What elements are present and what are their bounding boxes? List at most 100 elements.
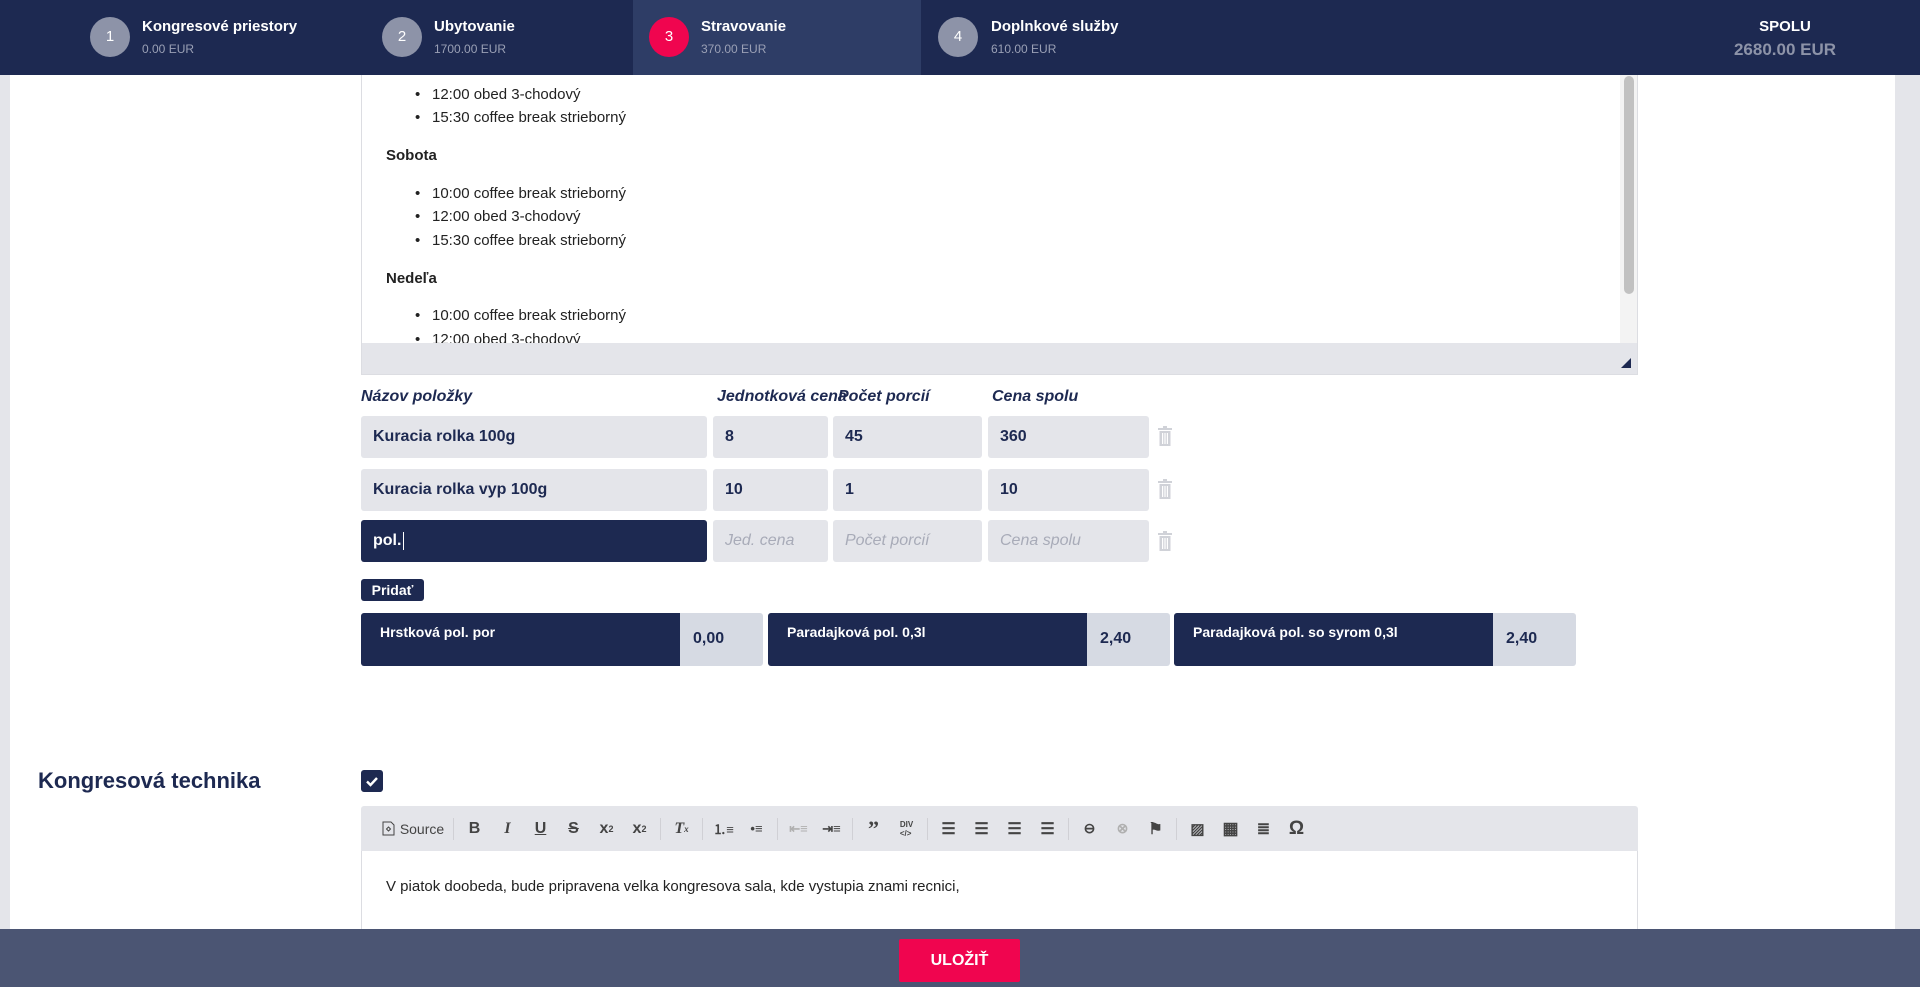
step-number: 3 bbox=[649, 17, 689, 57]
steps-header: 1 Kongresové priestory 0.00 EUR 2 Ubytov… bbox=[0, 0, 1920, 75]
day-heading: Nedeľa bbox=[386, 270, 437, 287]
item-name-input[interactable]: Kuracia rolka 100g bbox=[361, 416, 707, 458]
input-value: pol. bbox=[373, 532, 402, 550]
div-container-icon[interactable]: DIV </> bbox=[890, 814, 923, 844]
suggestion-item[interactable]: Paradajková pol. so syrom 0,3l 2,40 bbox=[1174, 613, 1576, 666]
new-item-name-input[interactable]: pol. bbox=[361, 520, 707, 562]
underline-icon[interactable]: U bbox=[524, 814, 557, 844]
kongresova-technika-checkbox[interactable] bbox=[361, 770, 383, 792]
column-header-unit-price: Jednotková cena bbox=[717, 388, 847, 405]
list-item: 12:00 obed 3-chodový bbox=[415, 208, 581, 225]
trash-icon[interactable] bbox=[1158, 479, 1172, 499]
suggestion-name: Paradajková pol. so syrom 0,3l bbox=[1174, 613, 1493, 666]
suggestion-name: Hrstková pol. por bbox=[361, 613, 680, 666]
suggestion-name: Paradajková pol. 0,3l bbox=[768, 613, 1087, 666]
total-input[interactable]: 10 bbox=[988, 469, 1149, 511]
portions-input[interactable]: 45 bbox=[833, 416, 982, 458]
align-left-icon[interactable]: ☰ bbox=[932, 814, 965, 844]
day-heading: Sobota bbox=[386, 147, 437, 164]
section-title: Kongresová technika bbox=[38, 768, 261, 793]
menu-rich-text-editor[interactable]: 12:00 obed 3-chodový 15:30 coffee break … bbox=[361, 60, 1638, 375]
step-ubytovanie[interactable]: 2 Ubytovanie 1700.00 EUR bbox=[354, 0, 642, 75]
list-item: 15:30 coffee break strieborný bbox=[415, 109, 626, 126]
source-icon bbox=[382, 821, 395, 836]
strikethrough-icon[interactable]: S bbox=[557, 814, 590, 844]
unlink-icon[interactable]: ⊗ bbox=[1106, 814, 1139, 844]
step-number: 1 bbox=[90, 17, 130, 57]
anchor-flag-icon[interactable]: ⚑ bbox=[1139, 814, 1172, 844]
image-icon[interactable]: ▨ bbox=[1181, 814, 1214, 844]
column-header-name: Názov položky bbox=[361, 388, 473, 405]
editor-status-bar bbox=[362, 343, 1637, 374]
list-item: 12:00 obed 3-chodový bbox=[415, 86, 581, 103]
indent-icon[interactable]: ⇥≡ bbox=[815, 814, 848, 844]
checkmark-icon bbox=[366, 777, 378, 787]
trash-icon[interactable] bbox=[1158, 531, 1172, 551]
editor-content[interactable]: 12:00 obed 3-chodový 15:30 coffee break … bbox=[362, 61, 1622, 348]
remove-format-icon[interactable]: Tx bbox=[665, 814, 698, 844]
separator bbox=[453, 817, 454, 840]
scrollbar-thumb[interactable] bbox=[1624, 76, 1634, 294]
horizontal-line-icon[interactable]: ≣ bbox=[1247, 814, 1280, 844]
link-icon[interactable]: ⊖ bbox=[1073, 814, 1106, 844]
separator bbox=[927, 817, 928, 840]
table-icon[interactable]: ▦ bbox=[1214, 814, 1247, 844]
italic-icon[interactable]: I bbox=[491, 814, 524, 844]
resize-handle-icon[interactable] bbox=[1621, 358, 1631, 368]
separator bbox=[1176, 817, 1177, 840]
add-item-button[interactable]: Pridať bbox=[361, 579, 424, 601]
blockquote-icon[interactable]: ” bbox=[857, 814, 890, 844]
new-portions-input[interactable]: Počet porcií bbox=[833, 520, 982, 562]
step-stravovanie[interactable]: 3 Stravovanie 370.00 EUR bbox=[633, 0, 921, 75]
save-button[interactable]: ULOŽIŤ bbox=[899, 939, 1020, 982]
portions-input[interactable]: 1 bbox=[833, 469, 982, 511]
total-value: 2680.00 EUR bbox=[1733, 40, 1837, 59]
total-label: SPOLU bbox=[1759, 18, 1811, 35]
suggestion-item[interactable]: Hrstková pol. por 0,00 bbox=[361, 613, 763, 666]
suggestion-item[interactable]: Paradajková pol. 0,3l 2,40 bbox=[768, 613, 1170, 666]
subscript-icon[interactable]: x2 bbox=[590, 814, 623, 844]
source-label: Source bbox=[399, 820, 445, 837]
new-total-input[interactable]: Cena spolu bbox=[988, 520, 1149, 562]
separator bbox=[1068, 817, 1069, 840]
step-kongresove-priestory[interactable]: 1 Kongresové priestory 0.00 EUR bbox=[62, 0, 350, 75]
numbered-list-icon[interactable]: ⒈≡ bbox=[707, 814, 740, 844]
unit-price-input[interactable]: 10 bbox=[713, 469, 828, 511]
footer-bar: ULOŽIŤ bbox=[0, 929, 1920, 987]
editor-content[interactable]: V piatok doobeda, bude pripravena velka … bbox=[386, 878, 960, 895]
align-center-icon[interactable]: ☰ bbox=[965, 814, 998, 844]
special-character-icon[interactable]: Ω bbox=[1280, 814, 1313, 844]
superscript-icon[interactable]: x2 bbox=[623, 814, 656, 844]
list-item: 10:00 coffee break strieborný bbox=[415, 185, 626, 202]
bulleted-list-icon[interactable]: •≡ bbox=[740, 814, 773, 844]
separator bbox=[702, 817, 703, 840]
total-summary: SPOLU 2680.00 EUR bbox=[1715, 18, 1855, 60]
text-cursor bbox=[403, 532, 405, 550]
editor-toolbar: Source B I U S x2 x2 Tx ⒈≡ •≡ ⇤≡ ⇥≡ ” DI… bbox=[361, 806, 1638, 851]
item-name-input[interactable]: Kuracia rolka vyp 100g bbox=[361, 469, 707, 511]
step-title: Stravovanie bbox=[701, 18, 787, 35]
column-header-portions: Počet porcií bbox=[838, 388, 930, 405]
separator bbox=[852, 817, 853, 840]
source-button[interactable]: Source bbox=[377, 814, 449, 844]
separator bbox=[660, 817, 661, 840]
step-amount: 610.00 EUR bbox=[991, 42, 1057, 56]
justify-icon[interactable]: ☰ bbox=[1031, 814, 1064, 844]
trash-icon[interactable] bbox=[1158, 426, 1172, 446]
editor-scrollbar[interactable] bbox=[1620, 61, 1637, 345]
unit-price-input[interactable]: 8 bbox=[713, 416, 828, 458]
step-number: 2 bbox=[382, 17, 422, 57]
outdent-icon[interactable]: ⇤≡ bbox=[782, 814, 815, 844]
page-scrollbar[interactable] bbox=[1895, 75, 1920, 987]
suggestion-price: 0,00 bbox=[693, 630, 725, 647]
separator bbox=[777, 817, 778, 840]
step-title: Ubytovanie bbox=[434, 18, 515, 35]
align-right-icon[interactable]: ☰ bbox=[998, 814, 1031, 844]
step-title: Doplnkové služby bbox=[991, 18, 1119, 35]
suggestion-price: 2,40 bbox=[1506, 630, 1538, 647]
new-unit-price-input[interactable]: Jed. cena bbox=[713, 520, 828, 562]
total-input[interactable]: 360 bbox=[988, 416, 1149, 458]
column-header-total: Cena spolu bbox=[992, 388, 1079, 405]
bold-icon[interactable]: B bbox=[458, 814, 491, 844]
step-doplnkove-sluzby[interactable]: 4 Doplnkové služby 610.00 EUR bbox=[921, 0, 1209, 75]
